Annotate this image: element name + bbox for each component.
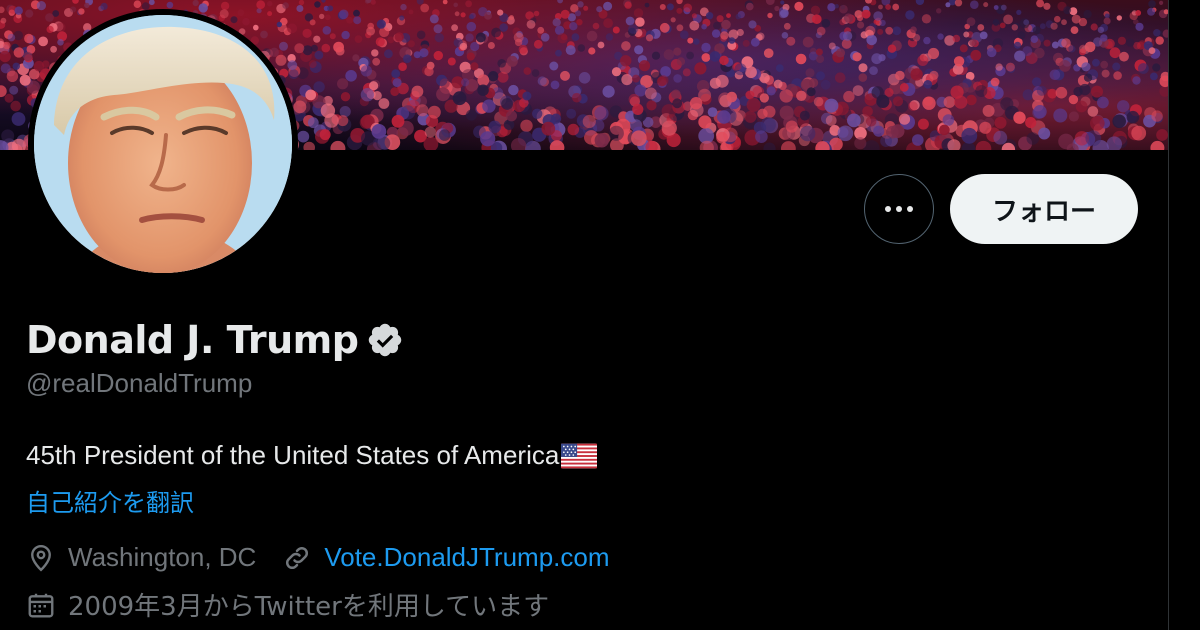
verified-badge-icon[interactable] (366, 321, 404, 359)
follow-button[interactable]: フォロー (950, 174, 1138, 244)
avatar-photo (34, 15, 292, 273)
location-item: Washington, DC (26, 542, 256, 573)
column-divider (1168, 0, 1200, 630)
more-horizontal-icon (883, 206, 916, 212)
location-pin-icon (31, 544, 51, 571)
profile-bio: 45th President of the United States of A… (26, 440, 598, 471)
profile-meta-row: Washington, DC Vote.DonaldJTrump.com (26, 542, 610, 573)
website-item: Vote.DonaldJTrump.com (282, 542, 610, 573)
joined-text: 2009年3月からTwitterを利用しています (68, 592, 550, 622)
profile-handle: @realDonaldTrump (26, 368, 253, 398)
link-icon (286, 546, 309, 569)
more-options-button[interactable] (864, 174, 934, 244)
display-name-row: Donald J. Trump (26, 318, 404, 362)
calendar-icon (28, 593, 54, 617)
us-flag-icon (561, 443, 598, 468)
translate-bio-link[interactable]: 自己紹介を翻訳 (26, 483, 194, 518)
location-text: Washington, DC (68, 542, 257, 572)
website-link[interactable]: Vote.DonaldJTrump.com (324, 542, 609, 573)
bio-text: 45th President of the United States of A… (26, 440, 560, 470)
avatar[interactable] (28, 9, 298, 279)
display-name: Donald J. Trump (26, 318, 359, 362)
joined-date-row: 2009年3月からTwitterを利用しています (26, 586, 549, 623)
profile-page: フォロー Donald J. Trump @realDonaldTrump 45… (0, 0, 1200, 630)
portrait-illustration (34, 15, 292, 273)
